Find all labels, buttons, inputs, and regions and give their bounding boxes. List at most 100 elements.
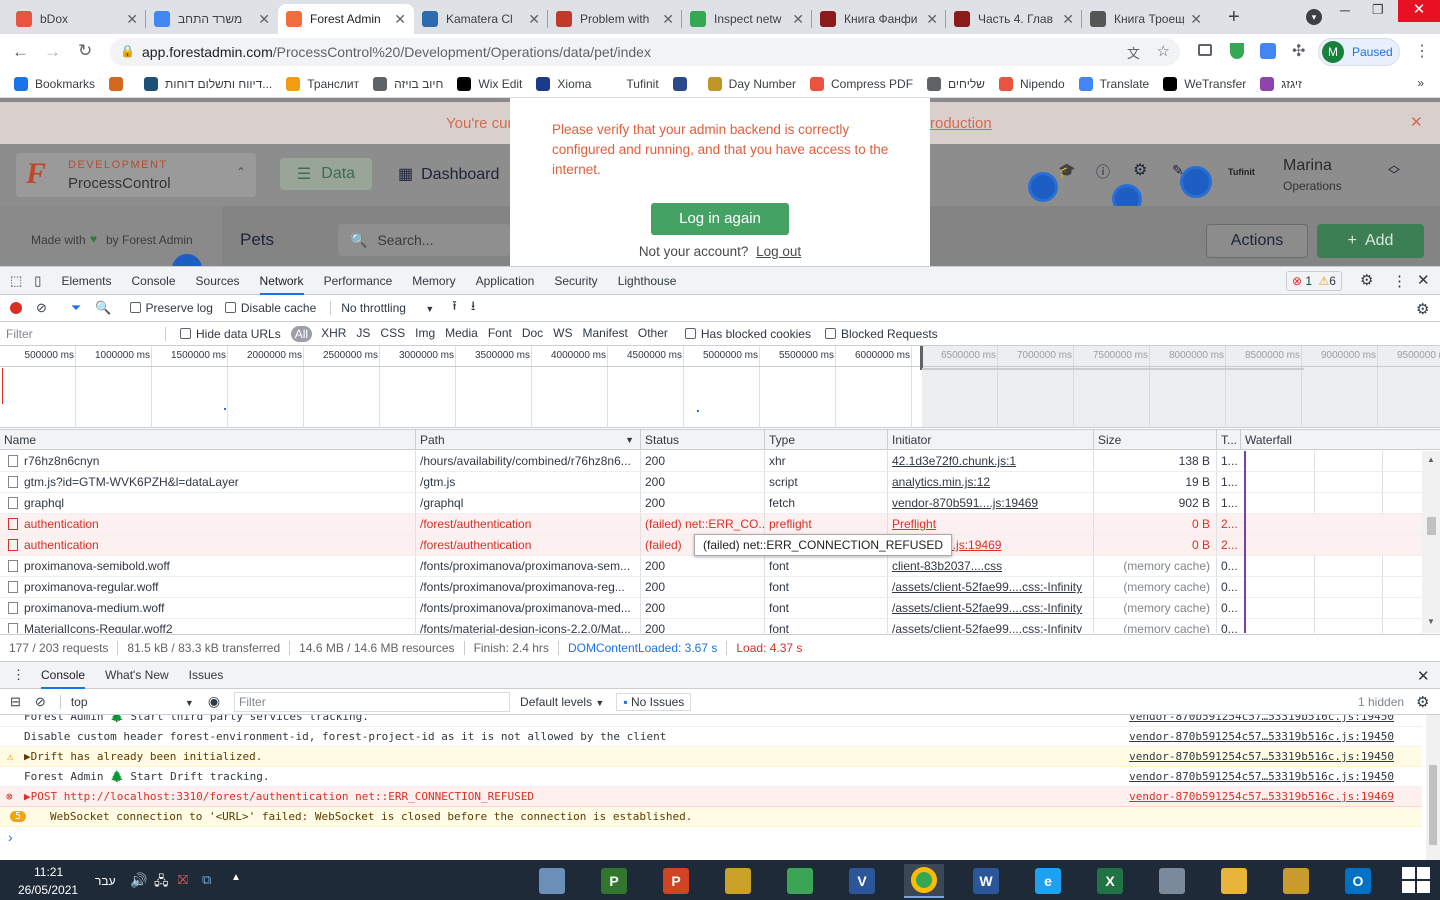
devtools-tab-network[interactable]: Network xyxy=(259,267,304,295)
initiator-value[interactable]: vendor-870b591....js:19469 xyxy=(892,496,1038,510)
default-levels-select[interactable]: Default levels ▼ xyxy=(520,695,604,709)
bookmark-item[interactable]: זיגזג xyxy=(1260,76,1302,91)
bookmark-item[interactable]: Xioma xyxy=(536,76,591,91)
cell-initiator[interactable]: client-83b2037....css xyxy=(887,556,1093,576)
network-settings-gear-icon[interactable]: ⚙ xyxy=(1416,300,1429,318)
drawer-tab-console[interactable]: Console xyxy=(41,661,86,689)
tab-search-icon[interactable]: ▾ xyxy=(1306,9,1322,25)
console-prompt[interactable]: › xyxy=(8,829,13,845)
bookmark-item[interactable]: WeTransfer xyxy=(1163,76,1246,91)
blocked-requests-checkbox[interactable]: Blocked Requests xyxy=(824,327,938,341)
col-size[interactable]: Size xyxy=(1093,430,1216,449)
cloud-icon[interactable] xyxy=(780,864,820,898)
reload-icon[interactable]: ↻ xyxy=(78,41,92,61)
devtools-tab-performance[interactable]: Performance xyxy=(324,267,393,295)
bookmark-item[interactable]: Nipendo xyxy=(998,76,1065,91)
clock-time[interactable]: 11:21 xyxy=(34,865,63,879)
bookmark-item[interactable]: Day Number xyxy=(707,76,796,91)
ie-icon[interactable]: e xyxy=(1028,864,1068,898)
console-message[interactable]: Forest Admin 🌲 Start third party service… xyxy=(0,715,1422,727)
export-har-icon[interactable]: ⭳ xyxy=(471,297,476,319)
console-settings-gear-icon[interactable]: ⚙ xyxy=(1416,693,1429,711)
bookmark-item[interactable]: Tufinit xyxy=(605,76,659,91)
more-bookmarks-chevron-icon[interactable]: » xyxy=(1417,76,1424,90)
tab-close-icon[interactable]: ✕ xyxy=(528,11,540,28)
devtools-tab-memory[interactable]: Memory xyxy=(412,267,455,295)
forward-icon[interactable]: → xyxy=(44,42,61,62)
type-filter-ws[interactable]: WS xyxy=(553,326,572,342)
browser-tab[interactable]: Книга Троещ ✕ xyxy=(1082,4,1210,34)
extensions-puzzle-icon[interactable]: ✣ xyxy=(1292,41,1305,61)
user-menu-chevron-icon[interactable]: ︿ ﹀ xyxy=(1388,159,1400,181)
filter-funnel-icon[interactable]: ⏷ xyxy=(71,300,81,316)
bookmark-item[interactable] xyxy=(672,76,694,91)
bookmark-item[interactable]: Bookmarks xyxy=(14,76,95,91)
console-message[interactable]: ⊗ ▶POST http://localhost:3310/forest/auth… xyxy=(0,787,1422,807)
live-expression-eye-icon[interactable]: ◉ xyxy=(208,693,220,710)
word-icon[interactable]: W xyxy=(966,864,1006,898)
volume-icon[interactable]: 🔊 xyxy=(130,872,147,889)
no-issues-button[interactable]: ▪ No Issues xyxy=(616,692,692,711)
url-bar[interactable]: 🔒 app.forestadmin.com/ProcessControl%20/… xyxy=(110,38,1180,66)
settings-gear-icon[interactable]: ⚙ xyxy=(1360,271,1373,289)
network-request-row[interactable]: MaterialIcons-Regular.woff2/fonts/materi… xyxy=(0,619,1422,633)
drawer-tab-issues[interactable]: Issues xyxy=(189,661,224,689)
devtools-tab-sources[interactable]: Sources xyxy=(196,267,240,295)
cell-initiator[interactable]: analytics.min.js:12 xyxy=(887,472,1093,492)
search-input[interactable]: 🔍 Search... xyxy=(338,224,510,256)
tab-close-icon[interactable]: ✕ xyxy=(1190,11,1202,28)
devtools-tab-lighthouse[interactable]: Lighthouse xyxy=(618,267,677,295)
drawer-tab-what-s-new[interactable]: What's New xyxy=(105,661,169,689)
explorer-icon[interactable] xyxy=(1214,864,1254,898)
devtools-tab-elements[interactable]: Elements xyxy=(61,267,111,295)
bookmark-item[interactable]: Wix Edit xyxy=(457,76,522,91)
security-icon[interactable]: ⛝ xyxy=(178,872,188,888)
start-windows-icon[interactable] xyxy=(1402,867,1430,893)
initiator-value[interactable]: Preflight xyxy=(892,517,936,531)
device-toolbar-icon[interactable]: ▯ xyxy=(34,273,41,289)
timeline-selection-handle[interactable] xyxy=(920,346,923,370)
type-filter-doc[interactable]: Doc xyxy=(522,326,543,342)
network-request-row[interactable]: gtm.js?id=GTM-WVK6PZH&l=dataLayer/gtm.js… xyxy=(0,472,1422,493)
clock-date[interactable]: 26/05/2021 xyxy=(18,883,78,897)
info-hint-icon[interactable] xyxy=(1028,172,1058,202)
cell-initiator[interactable]: Preflight xyxy=(887,514,1093,534)
initiator-value[interactable]: analytics.min.js:12 xyxy=(892,475,990,489)
initiator-value[interactable]: 42.1d3e72f0.chunk.js:1 xyxy=(892,454,1016,468)
col-type[interactable]: Type xyxy=(764,430,887,449)
console-message[interactable]: Forest Admin 🌲 Start Drift tracking. vend… xyxy=(0,767,1422,787)
bookmark-item[interactable]: Compress PDF xyxy=(810,76,913,91)
browser-tab[interactable]: Forest Admin ✕ xyxy=(278,4,414,34)
hide-data-urls-checkbox[interactable]: Hide data URLs xyxy=(180,327,281,341)
type-filter-img[interactable]: Img xyxy=(415,326,435,342)
throttling-select[interactable]: No throttling ▼ xyxy=(330,301,434,315)
console-message[interactable]: ⚠ ▶Drift has already been initialized. ven… xyxy=(0,747,1422,767)
devtools-tab-application[interactable]: Application xyxy=(476,267,535,295)
browser-tab[interactable]: Часть 4. Глав ✕ xyxy=(946,4,1082,34)
visio-icon[interactable]: V xyxy=(842,864,882,898)
scroll-down-icon[interactable]: ▼ xyxy=(1427,617,1435,626)
type-filter-xhr[interactable]: XHR xyxy=(321,326,346,342)
language-indicator[interactable]: עבר xyxy=(95,874,116,888)
more-kebab-icon[interactable]: ⋮ xyxy=(1392,272,1407,290)
preserve-log-checkbox[interactable]: Preserve log xyxy=(129,301,213,315)
console-source-link[interactable]: vendor-870b591254c57…53319b516c.js:19450 xyxy=(1129,770,1394,783)
scroll-thumb[interactable] xyxy=(1427,517,1436,535)
cell-initiator[interactable]: /assets/client-52fae99....css:-Infinity xyxy=(887,619,1093,633)
profile-button[interactable]: M Paused xyxy=(1318,38,1400,66)
bookmark-item[interactable]: Translate xyxy=(1078,76,1149,91)
type-filter-manifest[interactable]: Manifest xyxy=(583,326,628,342)
add-button[interactable]: + Add xyxy=(1317,224,1424,258)
academy-icon[interactable]: 🎓 xyxy=(1058,162,1075,179)
cell-initiator[interactable]: vendor-870b591....js:19469 xyxy=(887,493,1093,513)
type-filter-css[interactable]: CSS xyxy=(380,326,405,342)
col-status[interactable]: Status xyxy=(640,430,764,449)
cell-initiator[interactable]: /assets/client-52fae99....css:-Infinity xyxy=(887,577,1093,597)
console-source-link[interactable]: vendor-870b591254c57…53319b516c.js:19450 xyxy=(1129,730,1394,743)
help-icon[interactable]: ⓘ xyxy=(1096,162,1110,182)
search-icon[interactable]: 🔍 xyxy=(95,300,111,316)
nav-data[interactable]: ☰ Data xyxy=(280,158,372,190)
network-request-row[interactable]: proximanova-medium.woff/fonts/proximanov… xyxy=(0,598,1422,619)
notepad-icon[interactable] xyxy=(1276,864,1316,898)
bookmark-item[interactable]: חיוב בויזה xyxy=(373,76,443,91)
